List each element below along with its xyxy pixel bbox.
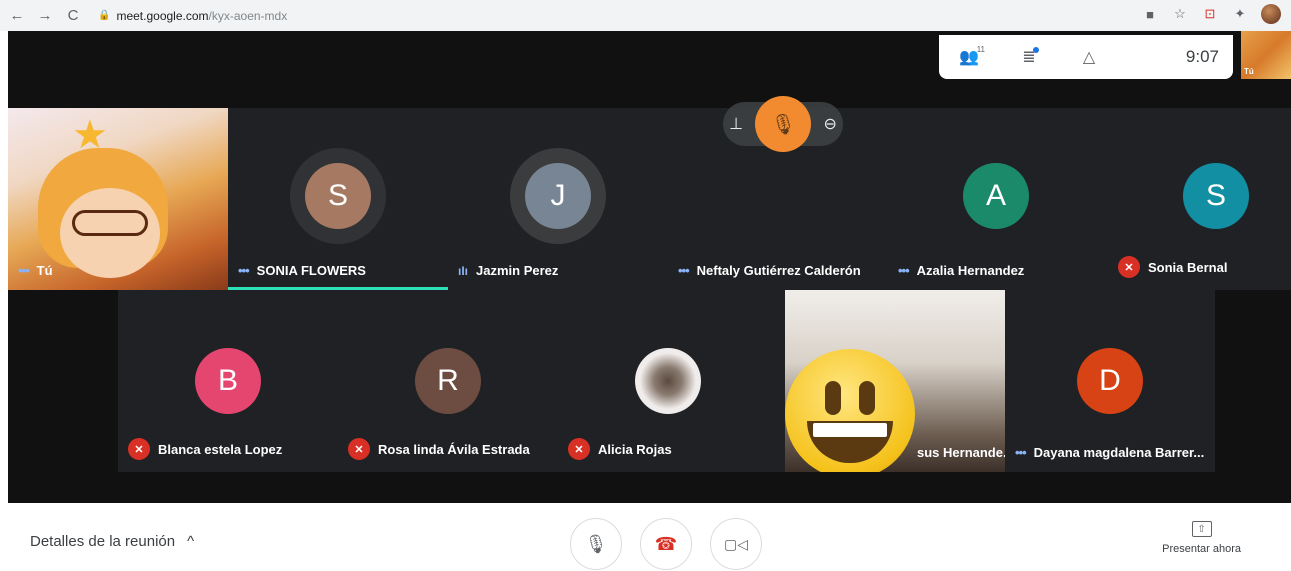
participant-tile-self[interactable]: ★ ••• Tú: [8, 108, 228, 290]
present-now-label: Presentar ahora: [1162, 543, 1241, 555]
participant-name: Azalia Hernandez: [916, 263, 1025, 278]
participant-name: SONIA FLOWERS: [256, 263, 366, 278]
star-decoration-icon: ★: [72, 113, 108, 157]
participant-tile-video[interactable]: sus Hernande...: [785, 290, 1005, 472]
activities-button[interactable]: △: [1059, 35, 1119, 79]
top-info-panel: 👥 11 ≣ △ 9:07: [939, 35, 1233, 79]
browser-toolbar: ← → C 🔒 meet.google.com/kyx-aoen-mdx ■ ☆…: [0, 0, 1291, 31]
participant-name: Sonia Bernal: [1148, 259, 1228, 275]
meeting-stage: 👥 11 ≣ △ 9:07 Tú ★ ••• Tú S ••• SONIA FL…: [8, 31, 1291, 503]
pin-icon[interactable]: ⊥: [729, 114, 743, 134]
participant-name: Rosa linda Ávila Estrada: [378, 441, 530, 457]
participant-name: Neftaly Gutiérrez Calderón: [696, 263, 861, 278]
lock-icon: 🔒: [98, 10, 111, 21]
participant-tile[interactable]: A ••• Azalia Hernandez: [888, 108, 1108, 290]
participant-tile[interactable]: D ••• Dayana magdalena Barrer...: [1005, 290, 1215, 472]
avatar: S: [1183, 163, 1249, 229]
chevron-up-icon: ^: [187, 533, 195, 550]
more-options-icon[interactable]: •••: [898, 263, 910, 278]
remove-icon[interactable]: ⊖: [823, 114, 836, 134]
hang-up-button[interactable]: ☎: [640, 518, 692, 570]
avatar: R: [415, 348, 481, 414]
participant-tile[interactable]: ✕ Alicia Rojas: [558, 290, 778, 472]
nameplate: ✕ Alicia Rojas: [568, 438, 672, 460]
smiley-emoji-icon: [785, 349, 915, 472]
more-options-icon[interactable]: •••: [1015, 445, 1027, 460]
avatar: A: [963, 163, 1029, 229]
chat-button[interactable]: ≣: [999, 35, 1059, 79]
participant-name: Dayana magdalena Barrer...: [1033, 445, 1205, 460]
participant-tile[interactable]: S ••• SONIA FLOWERS: [228, 108, 448, 290]
nameplate: ••• SONIA FLOWERS: [238, 263, 366, 278]
activities-icon: △: [1082, 49, 1096, 66]
camera-icon: ▢◁: [724, 535, 748, 552]
mic-off-icon: ✕: [568, 438, 590, 460]
avatar: D: [1077, 348, 1143, 414]
avatar: J: [525, 163, 591, 229]
participant-name: Blanca estela Lopez: [158, 441, 283, 457]
present-now-button[interactable]: ⇧ Presentar ahora: [1162, 521, 1241, 555]
puzzle-icon[interactable]: ✦: [1231, 5, 1249, 23]
forward-button[interactable]: →: [34, 5, 56, 27]
participant-row-2: B ✕ Blanca estela Lopez R ✕ Rosa linda Á…: [118, 290, 1215, 472]
camera-button[interactable]: ▢◁: [710, 518, 762, 570]
participant-name: sus Hernande...: [917, 445, 1005, 460]
address-bar[interactable]: 🔒 meet.google.com/kyx-aoen-mdx: [98, 4, 287, 28]
mic-off-icon: ✕: [128, 438, 150, 460]
speaking-wave-icon: ıIı: [458, 263, 469, 278]
mic-icon: 🎙: [584, 533, 608, 554]
avatar: [635, 348, 701, 414]
self-thumb-label: Tú: [1244, 67, 1254, 76]
camera-icon[interactable]: ■: [1141, 5, 1159, 23]
bottom-control-bar: Detalles de la reunión ^ 🎙 ☎ ▢◁ ⇧ Presen…: [0, 503, 1291, 571]
avatar: B: [195, 348, 261, 414]
participant-tile[interactable]: R ✕ Rosa linda Ávila Estrada: [338, 290, 558, 472]
participant-name: Alicia Rojas: [598, 441, 672, 457]
mic-off-icon: ✕: [1118, 256, 1140, 278]
more-options-icon[interactable]: •••: [678, 263, 690, 278]
self-view-thumbnail[interactable]: Tú: [1241, 31, 1291, 79]
back-button[interactable]: ←: [6, 5, 28, 27]
more-options-icon[interactable]: •••: [238, 263, 250, 278]
mic-icon[interactable]: 🎙: [755, 96, 812, 152]
nameplate: ••• Azalia Hernandez: [898, 263, 1024, 278]
participant-row-1: ★ ••• Tú S ••• SONIA FLOWERS J ıIı Jazmi…: [8, 108, 1291, 290]
nameplate: ✕ Sonia Bernal: [1118, 256, 1227, 278]
people-button[interactable]: 👥 11: [939, 35, 999, 79]
url-text[interactable]: meet.google.com/kyx-aoen-mdx: [116, 9, 287, 23]
nameplate: ✕ Rosa linda Ávila Estrada: [348, 438, 530, 460]
people-count: 11: [976, 45, 985, 54]
mic-off-icon: ✕: [348, 438, 370, 460]
star-icon[interactable]: ☆: [1171, 5, 1189, 23]
avatar: S: [305, 163, 371, 229]
present-screen-icon: ⇧: [1191, 521, 1212, 537]
clock: 9:07: [1185, 47, 1219, 66]
profile-avatar[interactable]: [1261, 4, 1281, 24]
nameplate: ıIı Jazmin Perez: [458, 263, 558, 278]
participant-tile[interactable]: B ✕ Blanca estela Lopez: [118, 290, 338, 472]
reload-button[interactable]: C: [62, 5, 84, 27]
meeting-details-button[interactable]: Detalles de la reunión ^: [30, 533, 194, 550]
microphone-button[interactable]: 🎙: [570, 518, 622, 570]
nameplate: ••• Neftaly Gutiérrez Calderón: [678, 263, 861, 278]
participant-name: Jazmin Perez: [476, 263, 559, 278]
nameplate: ✕ Blanca estela Lopez: [128, 438, 282, 460]
meeting-details-label: Detalles de la reunión: [30, 533, 176, 550]
participant-name: Tú: [36, 263, 53, 278]
participant-tile[interactable]: J ıIı Jazmin Perez: [448, 108, 668, 290]
hang-up-icon: ☎: [654, 533, 678, 554]
chat-unread-dot: [1033, 47, 1039, 53]
more-options-icon[interactable]: •••: [18, 263, 30, 278]
nameplate: ••• Tú: [18, 263, 53, 278]
tile-hover-controls: ⊥ 🎙 ⊖: [723, 96, 843, 152]
nameplate: ••• Dayana magdalena Barrer...: [1015, 445, 1204, 460]
participant-tile[interactable]: S ✕ Sonia Bernal: [1108, 108, 1291, 290]
extension-icon[interactable]: ⊡: [1201, 5, 1219, 23]
